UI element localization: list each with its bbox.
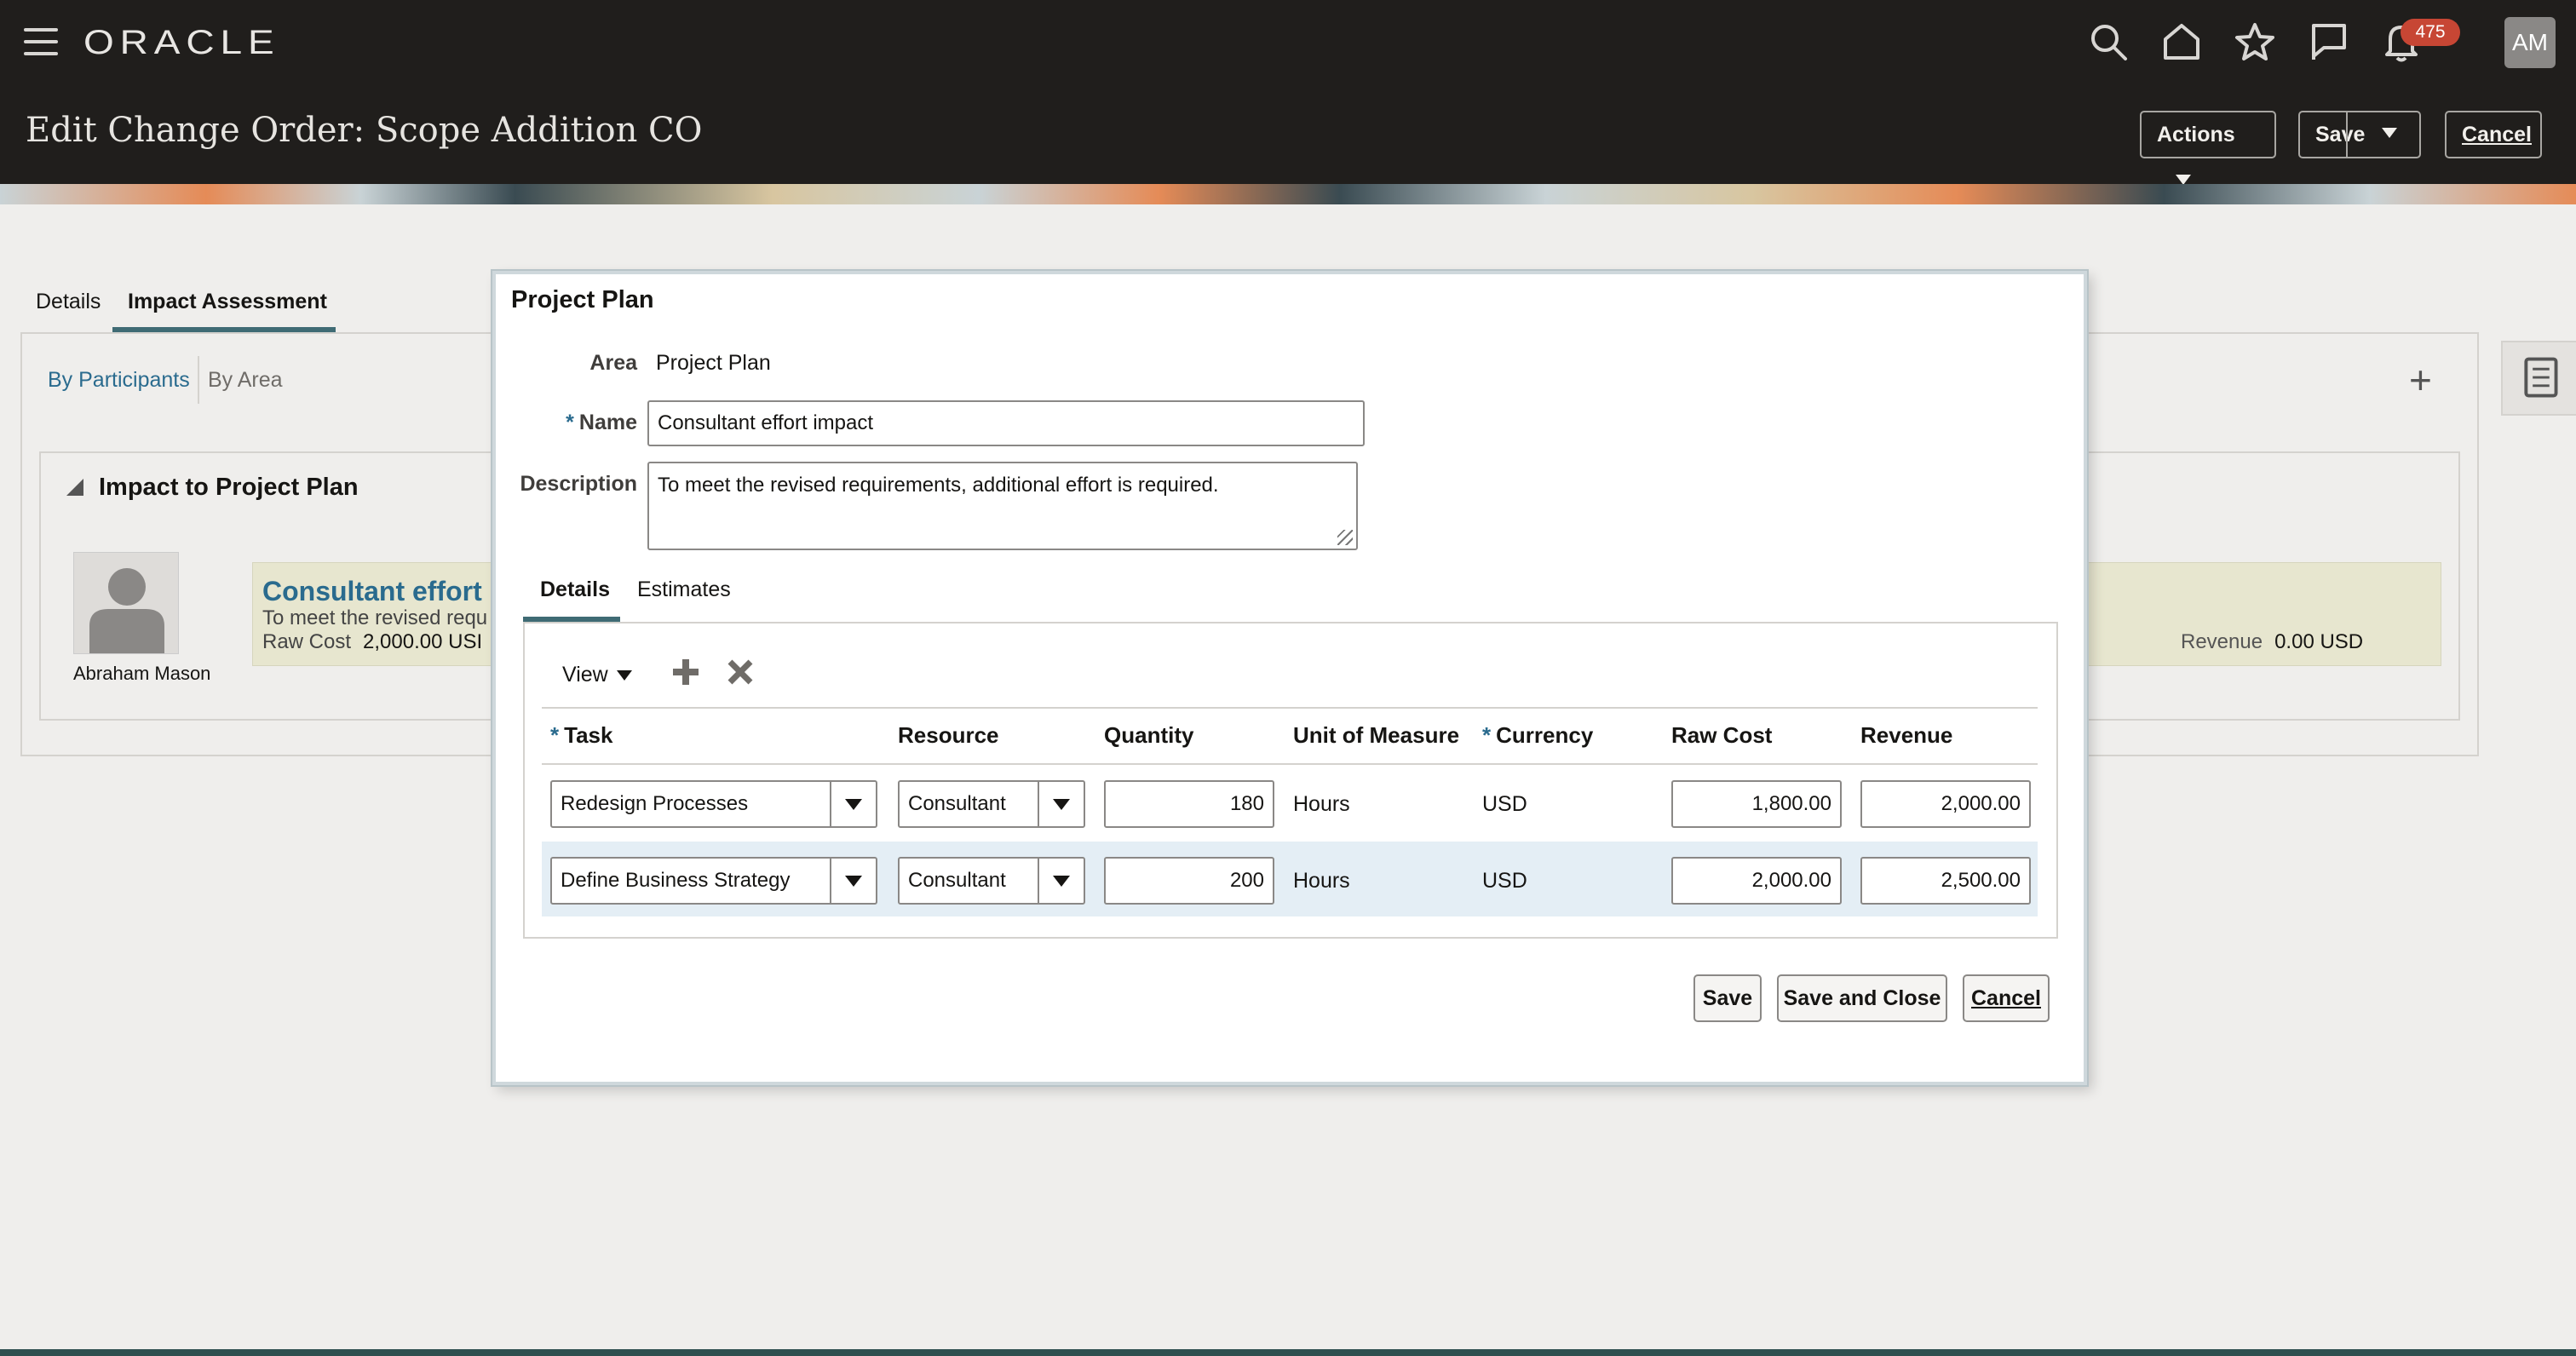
global-header: ORACLE 475 AM Edit Change Order: Scope A… bbox=[0, 0, 2576, 186]
column-header-quantity: Quantity bbox=[1104, 722, 1194, 748]
resource-value: Consultant bbox=[908, 792, 1006, 815]
notification-count-badge: 475 bbox=[2401, 19, 2460, 46]
split-divider bbox=[2346, 111, 2348, 158]
star-icon[interactable] bbox=[2234, 20, 2276, 63]
save-and-close-button[interactable]: Save and Close bbox=[1777, 974, 1947, 1022]
unit-of-measure-value: Hours bbox=[1293, 869, 1350, 893]
table-header-border-top bbox=[542, 707, 2038, 709]
cancel-header-button[interactable]: Cancel bbox=[2445, 111, 2542, 158]
column-header-unit-of-measure: Unit of Measure bbox=[1293, 722, 1460, 748]
person-silhouette-icon bbox=[89, 568, 164, 653]
flag-icon[interactable] bbox=[2307, 20, 2349, 63]
impact-card-raw-cost: Raw Cost 2,000.00 USI bbox=[262, 630, 482, 654]
tab-details[interactable]: Details bbox=[36, 290, 101, 314]
cancel-button[interactable]: Cancel bbox=[1963, 974, 2050, 1022]
collapse-triangle-icon[interactable] bbox=[66, 479, 83, 496]
chevron-down-icon[interactable] bbox=[830, 782, 876, 826]
delete-row-icon[interactable] bbox=[726, 658, 755, 691]
column-header-currency: * Currency bbox=[1482, 722, 1593, 749]
description-text: To meet the revised requirements, additi… bbox=[658, 474, 1219, 497]
oracle-logo: ORACLE bbox=[83, 24, 280, 61]
column-header-task: * Task bbox=[550, 722, 612, 749]
save-options-chevron-icon[interactable] bbox=[2382, 128, 2397, 138]
resource-select[interactable]: Consultant bbox=[898, 857, 1085, 905]
revenue-input[interactable]: 2,500.00 bbox=[1860, 857, 2031, 905]
raw-cost-label: Raw Cost bbox=[262, 630, 352, 653]
name-label: * Name bbox=[496, 411, 637, 435]
resize-handle-icon[interactable] bbox=[1337, 530, 1353, 545]
required-asterisk: * bbox=[550, 722, 560, 748]
view-label: View bbox=[562, 663, 608, 687]
revenue-value: 0.00 USD bbox=[2274, 630, 2364, 653]
chevron-down-icon bbox=[616, 670, 632, 681]
add-row-icon[interactable] bbox=[671, 658, 700, 691]
project-plan-dialog: Project Plan Area Project Plan * Name Con… bbox=[492, 271, 2087, 1085]
view-menu-button[interactable]: View bbox=[562, 663, 632, 687]
user-avatar[interactable]: AM bbox=[2504, 17, 2556, 68]
document-icon bbox=[2524, 357, 2558, 398]
filter-divider bbox=[198, 356, 199, 404]
page-title: Edit Change Order: Scope Addition CO bbox=[26, 111, 703, 150]
description-textarea[interactable]: To meet the revised requirements, additi… bbox=[647, 462, 1358, 550]
chevron-down-icon[interactable] bbox=[1038, 859, 1084, 903]
quantity-input[interactable]: 200 bbox=[1104, 857, 1274, 905]
impact-card-title[interactable]: Consultant effort ir bbox=[262, 576, 508, 607]
revenue-label: Revenue bbox=[2181, 630, 2263, 653]
description-label: Description bbox=[520, 472, 637, 496]
menu-icon[interactable] bbox=[24, 28, 58, 55]
footer-line bbox=[0, 1349, 2576, 1356]
header-banner bbox=[0, 184, 2576, 204]
required-asterisk: * bbox=[1482, 722, 1492, 748]
section-title: Impact to Project Plan bbox=[99, 474, 359, 501]
raw-cost-value: 2,000.00 USI bbox=[363, 630, 483, 653]
impact-card-description: To meet the revised requ bbox=[262, 606, 488, 629]
raw-cost-input[interactable]: 1,800.00 bbox=[1671, 780, 1842, 828]
chevron-down-icon[interactable] bbox=[830, 859, 876, 903]
dialog-title: Project Plan bbox=[511, 286, 654, 313]
area-value: Project Plan bbox=[656, 351, 771, 375]
tab-details[interactable]: Details bbox=[540, 577, 610, 602]
column-header-resource: Resource bbox=[898, 722, 999, 748]
save-split-button[interactable]: Save bbox=[2298, 111, 2421, 158]
resource-value: Consultant bbox=[908, 869, 1006, 892]
task-value: Define Business Strategy bbox=[561, 869, 791, 892]
column-header-currency-label: Currency bbox=[1496, 722, 1594, 748]
tab-estimates[interactable]: Estimates bbox=[637, 577, 731, 602]
impact-card-revenue: Revenue 0.00 USD bbox=[2181, 630, 2363, 654]
person-name: Abraham Mason bbox=[73, 663, 211, 684]
actions-menu-button[interactable]: Actions bbox=[2140, 111, 2276, 186]
area-label: Area bbox=[589, 351, 637, 375]
column-header-task-label: Task bbox=[564, 722, 613, 748]
add-impact-icon[interactable]: + bbox=[2409, 360, 2432, 399]
side-panel-tab[interactable] bbox=[2501, 341, 2576, 416]
task-select[interactable]: Redesign Processes bbox=[550, 780, 877, 828]
filter-by-participants[interactable]: By Participants bbox=[48, 368, 190, 393]
task-select[interactable]: Define Business Strategy bbox=[550, 857, 877, 905]
name-input[interactable]: Consultant effort impact bbox=[647, 400, 1365, 446]
actions-label: Actions bbox=[2157, 123, 2235, 147]
unit-of-measure-value: Hours bbox=[1293, 792, 1350, 816]
column-header-raw-cost: Raw Cost bbox=[1671, 722, 1773, 748]
revenue-input[interactable]: 2,000.00 bbox=[1860, 780, 2031, 828]
quantity-input[interactable]: 180 bbox=[1104, 780, 1274, 828]
tab-impact-assessment[interactable]: Impact Assessment bbox=[128, 290, 327, 314]
column-header-revenue: Revenue bbox=[1860, 722, 1953, 748]
filter-by-area[interactable]: By Area bbox=[208, 368, 283, 393]
currency-value: USD bbox=[1482, 792, 1527, 816]
person-avatar bbox=[73, 552, 179, 654]
save-button[interactable]: Save bbox=[1693, 974, 1762, 1022]
save-label: Save bbox=[2315, 123, 2366, 147]
search-icon[interactable] bbox=[2087, 20, 2130, 63]
resource-select[interactable]: Consultant bbox=[898, 780, 1085, 828]
home-icon[interactable] bbox=[2160, 20, 2203, 63]
raw-cost-input[interactable]: 2,000.00 bbox=[1671, 857, 1842, 905]
required-asterisk: * bbox=[566, 411, 574, 434]
task-value: Redesign Processes bbox=[561, 792, 749, 815]
currency-value: USD bbox=[1482, 869, 1527, 893]
chevron-down-icon[interactable] bbox=[1038, 782, 1084, 826]
name-label-text: Name bbox=[578, 411, 637, 434]
